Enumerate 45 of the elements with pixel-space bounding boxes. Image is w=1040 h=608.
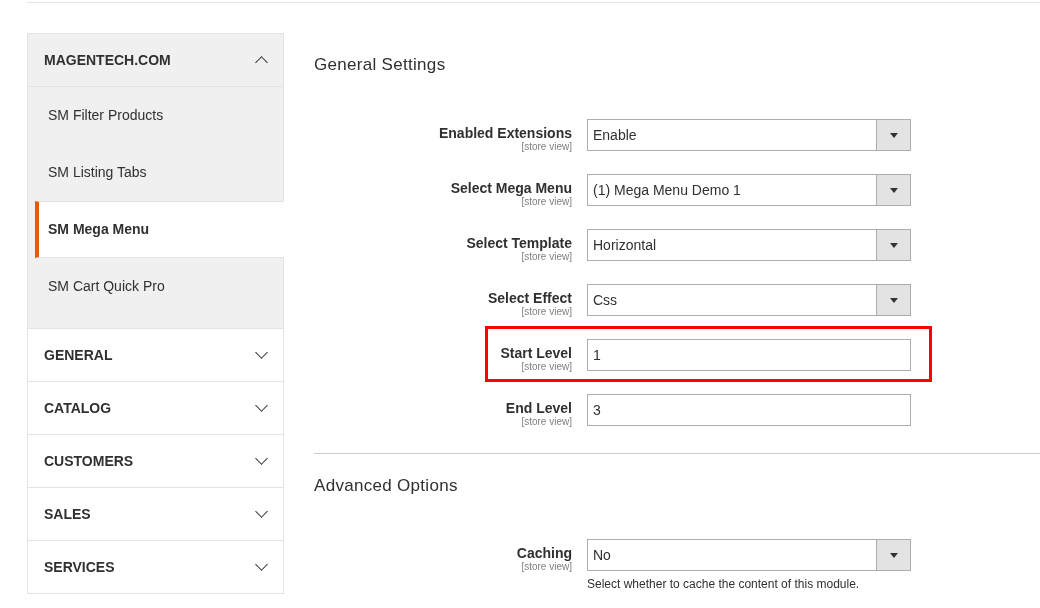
caret-icon — [889, 242, 898, 248]
section-heading: Advanced Options — [314, 475, 459, 497]
scope-label: [store view] — [521, 251, 572, 262]
dropdown[interactable]: No — [587, 539, 911, 571]
sidebar-item[interactable]: SM Listing Tabs — [28, 144, 283, 201]
field-label: Select Mega Menu — [450, 181, 572, 196]
caret-icon — [889, 297, 898, 303]
input-field[interactable]: 1 — [587, 339, 911, 371]
scope-label: [store view] — [521, 306, 572, 317]
input-field[interactable]: 3 — [587, 394, 911, 426]
sidebar-section-header[interactable]: CATALOG — [27, 382, 284, 435]
scope-label: [store view] — [521, 141, 572, 152]
section-title: SERVICES — [44, 559, 115, 575]
field-label: Select Effect — [487, 291, 572, 306]
field-label: End Level — [505, 401, 572, 416]
sidebar-item[interactable]: SM Filter Products — [28, 87, 283, 144]
field-label: Start Level — [500, 346, 572, 361]
scope-label: [store view] — [521, 416, 572, 427]
section-heading: General Settings — [314, 54, 447, 76]
field-label: Enabled Extensions — [438, 126, 572, 141]
sidebar-section-header[interactable]: SERVICES — [27, 541, 284, 594]
caret-icon — [889, 187, 898, 193]
field-label: Caching — [516, 546, 572, 561]
sidebar-item[interactable]: SM Cart Quick Pro — [28, 258, 283, 315]
dropdown[interactable]: Css — [587, 284, 911, 316]
scope-label: [store view] — [521, 361, 572, 372]
scope-label: [store view] — [521, 196, 572, 207]
scope-label: [store view] — [521, 561, 572, 572]
section-title: CATALOG — [44, 400, 112, 416]
caret-icon — [889, 132, 898, 138]
sidebar-section-header[interactable]: GENERAL — [27, 329, 284, 382]
dropdown[interactable]: (1) Mega Menu Demo 1 — [587, 174, 911, 206]
field-note: Select whether to cache the content of this module. — [587, 577, 860, 591]
sidebar-section-header[interactable]: SALES — [27, 488, 284, 541]
dropdown[interactable]: Horizontal — [587, 229, 911, 261]
dropdown[interactable]: Enable — [587, 119, 911, 151]
section-title: SALES — [44, 506, 91, 522]
section-title: MAGENTECH.COM — [44, 52, 171, 68]
sidebar-item[interactable]: SM Mega Menu — [35, 201, 284, 258]
field-label: Select Template — [466, 236, 572, 251]
section-title: CUSTOMERS — [44, 453, 134, 469]
caret-icon — [889, 552, 898, 558]
sidebar-section-header[interactable]: CUSTOMERS — [27, 435, 284, 488]
sidebar-section-header[interactable]: MAGENTECH.COM — [27, 33, 284, 87]
section-title: GENERAL — [44, 347, 113, 363]
